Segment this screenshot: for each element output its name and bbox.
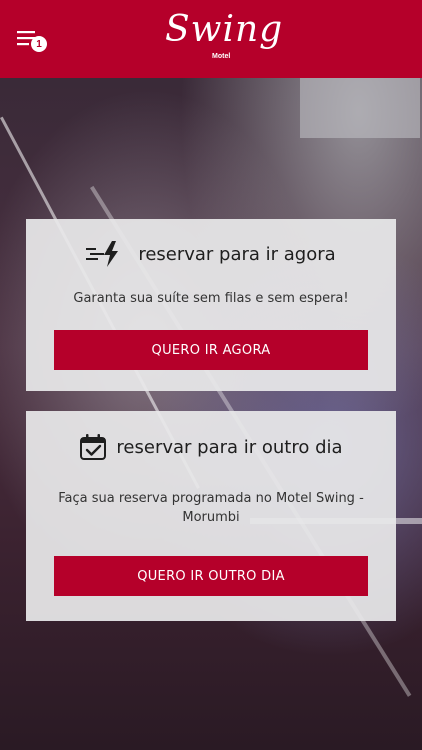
reserve-now-heading: reservar para ir agora (26, 239, 396, 269)
app-header: 1 Swing Motel (0, 0, 422, 78)
logo-subtitle: Motel (212, 53, 231, 60)
reserve-later-description: Faça sua reserva programada no Motel Swi… (58, 491, 364, 525)
reserve-now-button[interactable]: QUERO IR AGORA (54, 330, 368, 370)
reserve-later-button[interactable]: QUERO IR OUTRO DIA (54, 556, 368, 596)
reserve-later-heading: reservar para ir outro dia (26, 433, 396, 461)
fast-lightning-icon (86, 241, 119, 267)
notification-badge: 1 (31, 36, 47, 52)
logo-wordmark: Swing (165, 9, 284, 50)
calendar-check-icon (80, 434, 107, 460)
reserve-now-description: Garanta sua suíte sem filas e sem espera… (73, 291, 349, 306)
reserve-later-title: reservar para ir outro dia (116, 436, 343, 458)
reserve-now-title: reservar para ir agora (138, 243, 336, 265)
reserve-later-card: reservar para ir outro dia Faça sua rese… (26, 411, 396, 621)
menu-button[interactable]: 1 (17, 31, 49, 55)
reserve-now-card: reservar para ir agora Garanta sua suíte… (26, 219, 396, 391)
brand-logo: Swing Motel (165, 8, 284, 68)
